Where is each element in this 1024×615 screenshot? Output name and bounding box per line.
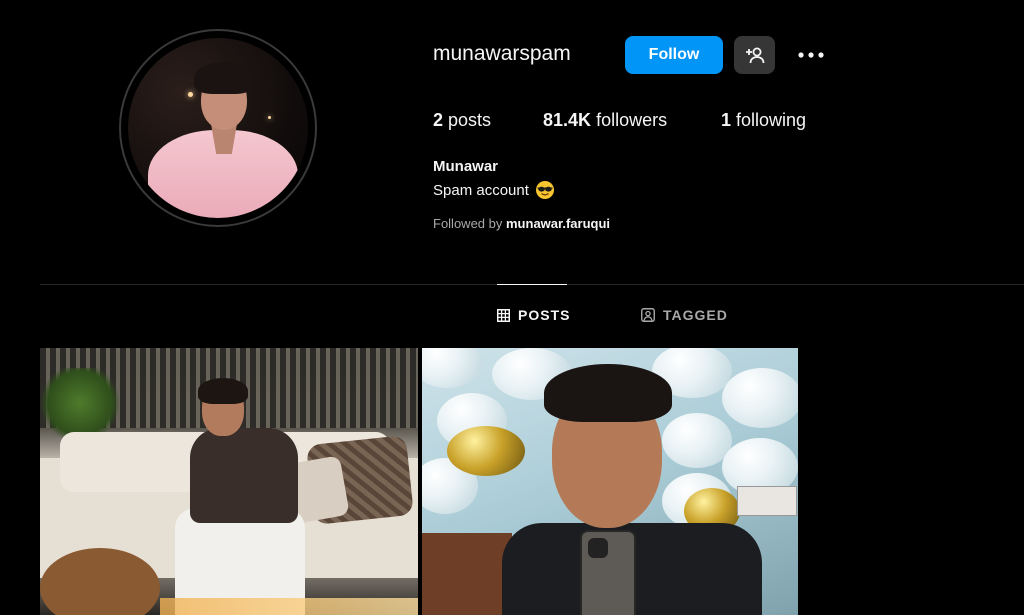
tab-tagged[interactable]: TAGGED <box>641 307 728 323</box>
post-phone-camera <box>588 538 608 558</box>
posts-count-value: 2 <box>433 110 444 130</box>
active-tab-indicator <box>497 284 567 285</box>
avatar[interactable] <box>128 38 308 218</box>
post-thumbnail[interactable] <box>422 348 798 615</box>
post-plant <box>40 368 120 438</box>
profile-username: munawarspam <box>433 42 571 65</box>
background-light <box>188 92 193 97</box>
posts-count: 2 posts <box>433 110 491 131</box>
profile-bio: Spam account <box>433 180 555 200</box>
tagged-icon <box>641 308 655 322</box>
background-light <box>268 116 271 119</box>
person-add-icon <box>745 47 764 64</box>
post-person-hair <box>544 364 672 422</box>
profile-full-name: Munawar <box>433 158 499 175</box>
more-options-button[interactable] <box>793 43 829 67</box>
following-count-value: 1 <box>721 110 732 130</box>
post-person-hair <box>198 378 248 404</box>
suggested-accounts-button[interactable] <box>734 36 775 74</box>
post-person-shirt <box>190 428 298 523</box>
followers-count-label: followers <box>596 110 668 130</box>
tab-posts[interactable]: POSTS <box>497 307 570 323</box>
post-decor-egg <box>422 348 482 388</box>
followed-by-user[interactable]: munawar.faruqui <box>506 216 610 231</box>
grid-icon <box>497 308 510 322</box>
followers-link[interactable]: 81.4K followers <box>543 110 667 131</box>
avatar-hair <box>194 62 254 94</box>
sunglasses-emoji-icon <box>535 181 554 199</box>
tab-posts-label: POSTS <box>518 307 571 323</box>
post-floor-light <box>160 598 418 615</box>
following-count-label: following <box>736 110 807 130</box>
more-horizontal-icon <box>798 52 824 58</box>
post-decor-gold-egg <box>447 426 525 476</box>
post-decor-egg <box>722 368 798 428</box>
followers-count-value: 81.4K <box>543 110 592 130</box>
tab-tagged-label: TAGGED <box>663 307 728 323</box>
bio-text: Spam account <box>433 181 529 199</box>
profile-avatar-ring[interactable] <box>119 29 317 227</box>
posts-count-label: posts <box>448 110 492 130</box>
post-wall-switch <box>737 486 797 516</box>
followed-by-prefix: Followed by <box>433 216 503 231</box>
post-decor-egg <box>662 413 732 468</box>
following-link[interactable]: 1 following <box>721 110 806 131</box>
post-thumbnail[interactable] <box>40 348 418 615</box>
follow-button[interactable]: Follow <box>625 36 723 74</box>
post-sofa <box>422 533 512 615</box>
followed-by[interactable]: Followed by munawar.faruqui <box>433 216 610 231</box>
